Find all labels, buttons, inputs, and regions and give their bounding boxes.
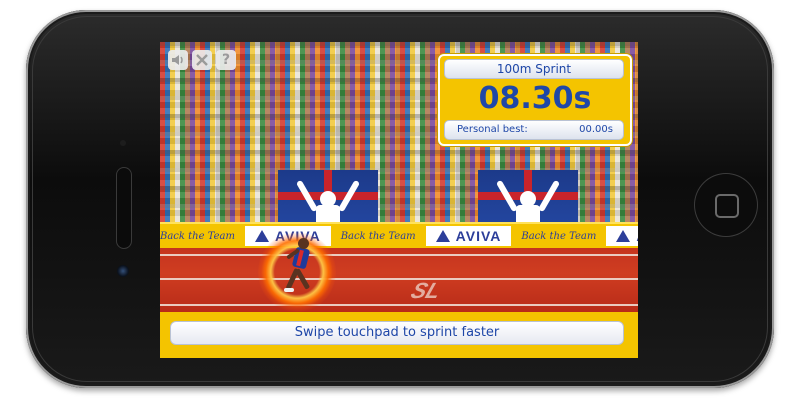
advertising-board: Back the Team AVIVA Back the Team AVIVA … xyxy=(160,222,638,250)
ad-slogan: Back the Team xyxy=(521,230,597,242)
cheering-fan xyxy=(295,177,361,227)
event-title: 100m Sprint xyxy=(444,59,624,79)
personal-best-row: Personal best: 00.00s xyxy=(444,120,624,140)
aviva-logo-icon xyxy=(254,230,269,242)
game-screen[interactable]: Back the Team AVIVA Back the Team AVIVA … xyxy=(160,42,638,358)
front-camera xyxy=(117,265,129,277)
instruction-banner: Swipe touchpad to sprint faster xyxy=(170,321,624,345)
race-timer: 08.30s xyxy=(478,81,592,116)
personal-best-label: Personal best: xyxy=(457,124,528,135)
home-square-icon xyxy=(715,194,739,218)
personal-best-value: 00.00s xyxy=(579,124,613,135)
aviva-logo-icon xyxy=(616,230,631,242)
earpiece-speaker xyxy=(116,167,132,249)
ad-brand-logo: AVIVA xyxy=(606,226,638,246)
ad-slogan: Back the Team xyxy=(340,230,416,242)
lane-line xyxy=(160,278,638,280)
lane-line xyxy=(160,304,638,306)
track-marking: SL xyxy=(407,278,445,303)
sprinter-character xyxy=(284,238,314,294)
sound-icon[interactable] xyxy=(168,50,188,70)
help-icon[interactable]: ? xyxy=(216,50,236,70)
cheering-fan xyxy=(495,177,561,227)
running-track: SL xyxy=(160,248,638,312)
ad-brand-logo: AVIVA xyxy=(425,226,512,246)
lane-line xyxy=(160,254,638,256)
proximity-sensor xyxy=(120,140,126,146)
score-panel: 100m Sprint 08.30s Personal best: 00.00s xyxy=(438,54,632,146)
aviva-logo-icon xyxy=(435,230,450,242)
close-icon[interactable] xyxy=(192,50,212,70)
home-button[interactable] xyxy=(694,173,758,237)
ad-slogan: Back the Team xyxy=(160,230,235,242)
